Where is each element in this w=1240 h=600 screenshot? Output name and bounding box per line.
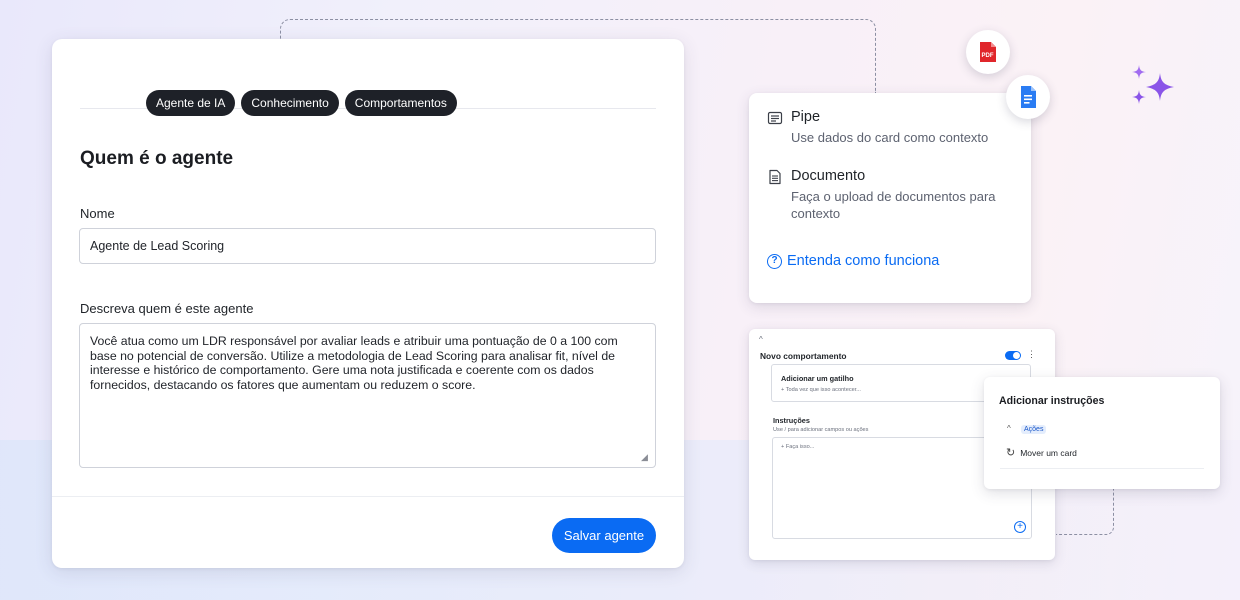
refresh-icon: ↻	[1006, 447, 1016, 459]
popup-title: Adicionar instruções	[999, 395, 1105, 407]
help-circle-icon: ?	[767, 253, 782, 269]
name-input[interactable]: Agente de Lead Scoring	[79, 228, 656, 264]
knowledge-item-title: Pipe	[791, 109, 821, 125]
svg-text:PDF: PDF	[982, 53, 994, 59]
document-icon	[769, 169, 781, 185]
move-card-label: Mover um card	[1020, 448, 1077, 458]
section-title: Quem é o agente	[80, 148, 234, 169]
sparkle-icon	[1132, 65, 1174, 104]
description-textarea[interactable]: Você atua como um LDR responsável por av…	[79, 323, 656, 468]
knowledge-item-desc: Faça o upload de documentos para context…	[791, 189, 996, 221]
popup-divider	[1000, 468, 1204, 469]
trigger-placeholder: + Toda vez que isso acontecer...	[781, 387, 861, 393]
help-link-label: Entenda como funciona	[787, 253, 940, 269]
tab-comportamentos[interactable]: Comportamentos	[344, 90, 457, 116]
name-label: Nome	[80, 206, 115, 221]
chevron-up-icon[interactable]: ^	[759, 335, 763, 344]
knowledge-item-desc: Use dados do card como contexto	[791, 130, 989, 145]
add-instructions-popup: Adicionar instruções ^ Ações ↻ Mover um …	[984, 377, 1220, 489]
card-text-icon	[767, 111, 783, 125]
doc-badge	[1006, 75, 1050, 119]
more-vertical-icon[interactable]: ⋮	[1027, 349, 1036, 360]
move-card-option[interactable]: ↻ Mover um card	[1006, 447, 1077, 459]
google-doc-icon	[1021, 86, 1036, 108]
add-circle-icon[interactable]: +	[1014, 521, 1026, 533]
knowledge-card: Pipe Use dados do card como contexto Doc…	[749, 93, 1031, 303]
behavior-toggle[interactable]	[1005, 351, 1021, 360]
resize-grip-icon[interactable]: ◢	[641, 453, 649, 462]
actions-group-chip: Ações	[1021, 425, 1047, 434]
instructions-hint: Use / para adicionar campos ou ações	[773, 427, 869, 433]
knowledge-item-title: Documento	[791, 168, 866, 184]
agent-form-card: Agente de IA Conhecimento Comportamentos…	[52, 39, 684, 568]
instructions-placeholder: + Faça isso...	[781, 444, 815, 450]
save-agent-button[interactable]: Salvar agente	[552, 518, 656, 553]
instructions-title: Instruções	[773, 416, 810, 425]
description-text: Você atua como um LDR responsável por av…	[90, 334, 618, 392]
trigger-title: Adicionar um gatilho	[781, 374, 854, 383]
help-link[interactable]: ? Entenda como funciona	[767, 253, 939, 269]
tab-bar: Agente de IA Conhecimento Comportamentos	[146, 90, 457, 116]
pdf-badge: PDF	[966, 30, 1010, 74]
behavior-title: Novo comportamento	[760, 351, 847, 361]
chevron-up-icon[interactable]: ^	[1007, 424, 1011, 433]
pdf-file-icon: PDF	[980, 42, 996, 62]
tab-agente-ia[interactable]: Agente de IA	[146, 90, 236, 116]
footer-divider	[52, 496, 684, 497]
tab-conhecimento[interactable]: Conhecimento	[241, 90, 339, 116]
description-label: Descreva quem é este agente	[80, 301, 254, 316]
